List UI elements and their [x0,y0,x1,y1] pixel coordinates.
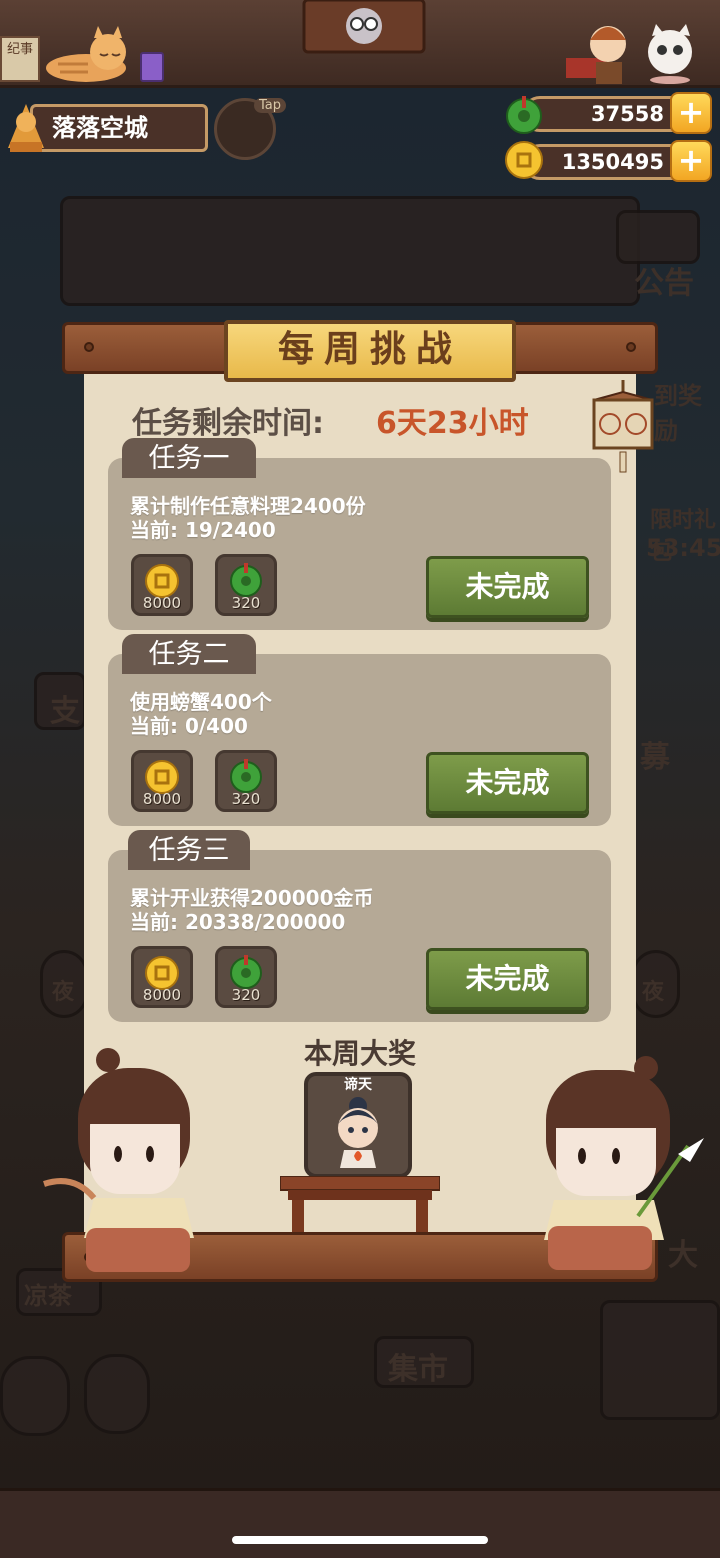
sign-in-reward-label[interactable]: 到奖励 [654,376,720,446]
shop-roof-shape [60,196,640,306]
night-label-left: 夜 [52,980,75,1005]
reward-jade-amount: 320 [231,790,261,808]
reward-coin-amount: 8000 [142,790,182,808]
left-side-label[interactable]: 支 [50,686,80,730]
reward-coin-amount: 8000 [142,986,182,1004]
reward-coin-slot[interactable]: 8000 [131,554,193,616]
bottom-bar [0,1488,720,1558]
task-progress: 当前: 20338/200000 [130,910,346,934]
add-jade-button[interactable]: + [670,92,712,134]
timer-value: 6天23小时 [376,406,529,441]
task-status-button[interactable]: 未完成 [426,948,589,1010]
player-avatar-icon[interactable] [4,98,48,154]
task-progress: 当前: 19/2400 [130,518,276,542]
reward-coin-amount: 8000 [142,594,182,612]
reward-coin-slot[interactable]: 8000 [131,946,193,1008]
pot-left-2 [84,1354,150,1434]
market-label[interactable]: 集市 [388,1344,448,1388]
raccoon-portrait-icon[interactable] [302,0,426,54]
chronicle-sign[interactable]: 纪事 [0,36,40,82]
reward-coin-slot[interactable]: 8000 [131,750,193,812]
character-portrait-icon [338,1097,378,1168]
coin-value: 1350495 [561,150,664,174]
notice-bubble[interactable] [616,210,700,264]
reward-jade-amount: 320 [231,594,261,612]
task-tab: 任务二 [122,634,256,674]
reward-jade-slot[interactable]: 320 [215,750,277,812]
display-table-icon [280,1176,440,1234]
task-status-button[interactable]: 未完成 [426,556,589,618]
player-name: 落落空城 [52,114,148,142]
chef-character-icon[interactable] [566,14,636,86]
jade-value: 37558 [590,102,664,126]
reward-jade-amount: 320 [231,986,261,1004]
grand-prize-title: 本周大奖 [303,1037,416,1070]
gift-countdown: 53:45 [646,534,720,562]
right-side-label[interactable]: 募 [640,732,670,776]
task-tab: 任务一 [122,438,256,478]
task-description: 累计开业获得200000金币 [130,886,374,910]
reward-jade-slot[interactable]: 320 [215,946,277,1008]
fruit-stand [600,1300,720,1420]
nail-icon [626,342,636,352]
purple-jar-icon [140,52,164,82]
night-label-right: 夜 [642,980,665,1005]
task-progress: 当前: 0/400 [130,714,248,738]
task-tab: 任务三 [128,830,250,870]
add-coin-button[interactable]: + [670,140,712,182]
notice-label[interactable]: 公告 [634,258,694,302]
dialog-title: 每周挑战 [277,329,462,370]
left-maid-character-icon [43,1048,194,1272]
pot-left [0,1356,70,1436]
home-indicator[interactable] [232,1536,488,1544]
grand-prize-name: 谛天 [344,1077,372,1093]
task-description: 累计制作任意料理2400份 [130,494,366,518]
task-status-button[interactable]: 未完成 [426,752,589,814]
white-cat-icon[interactable] [640,22,704,84]
nail-icon [84,342,94,352]
task-description: 使用螃蟹400个 [130,690,272,714]
timer-label: 任务剩余时间: [132,406,324,441]
cat-mascot-icon[interactable] [38,24,138,84]
right-maid-character-icon [544,1056,704,1270]
reward-jade-slot[interactable]: 320 [215,554,277,616]
tap-label: Tap [254,98,287,113]
